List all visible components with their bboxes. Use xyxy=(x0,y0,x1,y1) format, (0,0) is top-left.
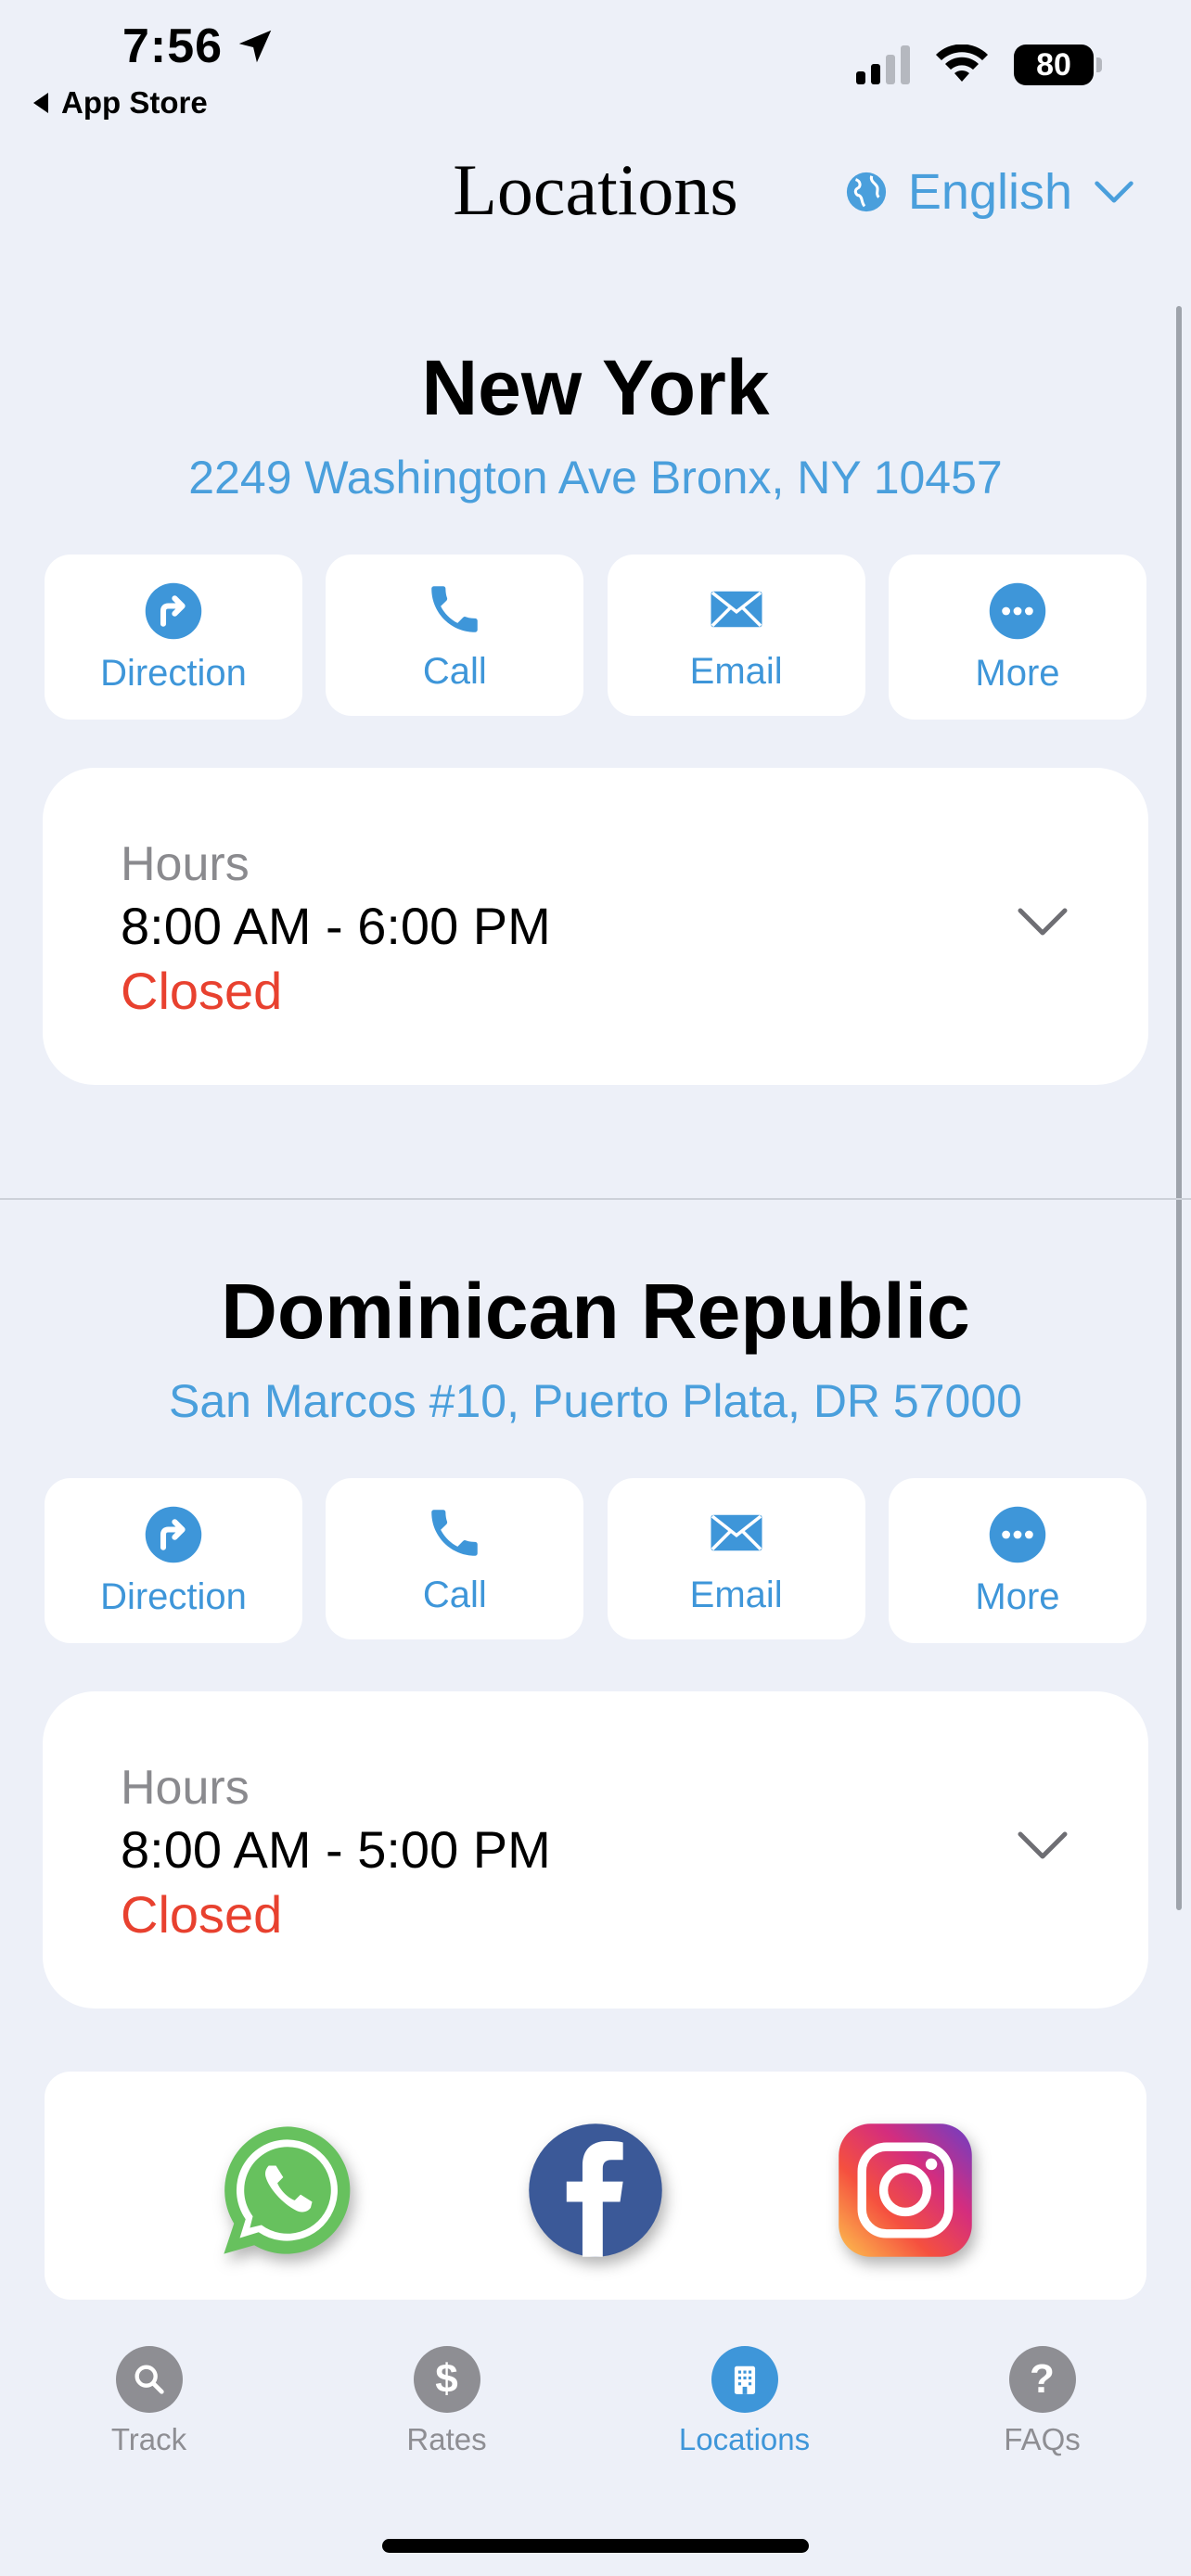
hours-time: 8:00 AM - 5:00 PM xyxy=(121,1820,551,1879)
wifi-icon xyxy=(936,45,988,82)
scrollbar[interactable] xyxy=(1176,306,1182,1910)
battery-icon: 80 xyxy=(1014,45,1102,85)
back-triangle-icon xyxy=(33,93,48,113)
envelope-icon xyxy=(711,1514,762,1550)
hours-card[interactable]: Hours 8:00 AM - 5:00 PM Closed xyxy=(43,1691,1148,2009)
more-button[interactable]: More xyxy=(888,555,1146,720)
call-label: Call xyxy=(422,650,487,692)
direction-icon xyxy=(145,582,202,639)
time-text: 7:56 xyxy=(122,19,224,73)
building-icon xyxy=(711,2346,778,2413)
instagram-icon[interactable] xyxy=(833,2118,978,2263)
question-icon: ? xyxy=(1008,2346,1076,2413)
direction-label: Direction xyxy=(100,1575,247,1617)
direction-button[interactable]: Direction xyxy=(45,555,302,720)
more-icon xyxy=(989,1506,1046,1562)
hours-label: Hours xyxy=(121,1761,250,1815)
battery-level: 80 xyxy=(1036,46,1071,83)
back-label: App Store xyxy=(61,85,208,120)
more-button[interactable]: More xyxy=(888,1478,1146,1643)
location-address-link[interactable]: San Marcos #10, Puerto Plata, DR 57000 xyxy=(0,1374,1191,1428)
envelope-icon xyxy=(711,591,762,627)
status-indicators: 80 xyxy=(856,45,1102,85)
email-label: Email xyxy=(689,1574,783,1615)
hours-time: 8:00 AM - 6:00 PM xyxy=(121,897,551,955)
tab-rates[interactable]: $ Rates xyxy=(298,2346,596,2494)
back-to-app-store[interactable]: App Store xyxy=(33,85,208,121)
chevron-down-icon[interactable] xyxy=(1015,1827,1070,1864)
phone-icon xyxy=(431,1509,479,1556)
section-divider xyxy=(0,1198,1191,1200)
call-label: Call xyxy=(422,1574,487,1615)
tab-label: Locations xyxy=(678,2422,811,2456)
location-address-link[interactable]: 2249 Washington Ave Bronx, NY 10457 xyxy=(0,451,1191,504)
email-label: Email xyxy=(689,650,783,692)
tab-track[interactable]: Track xyxy=(0,2346,298,2494)
call-button[interactable]: Call xyxy=(326,555,584,716)
social-links-card xyxy=(45,2072,1146,2300)
phone-icon xyxy=(431,585,479,632)
more-label: More xyxy=(975,652,1060,694)
more-label: More xyxy=(975,1575,1060,1617)
location-actions: Direction Call Email More xyxy=(45,1478,1146,1643)
language-selector[interactable]: English xyxy=(845,163,1135,221)
language-label: English xyxy=(907,164,1072,220)
location-actions: Direction Call Email More xyxy=(45,555,1146,720)
location-arrow-icon xyxy=(238,30,272,63)
tab-locations[interactable]: Locations xyxy=(596,2346,893,2494)
direction-button[interactable]: Direction xyxy=(45,1478,302,1643)
hours-card[interactable]: Hours 8:00 AM - 6:00 PM Closed xyxy=(43,768,1148,1085)
chevron-down-icon xyxy=(1095,181,1133,203)
tab-label: Rates xyxy=(406,2422,487,2456)
email-button[interactable]: Email xyxy=(607,555,865,716)
tab-label: FAQs xyxy=(1004,2422,1081,2456)
facebook-icon[interactable] xyxy=(523,2118,668,2263)
tab-faqs[interactable]: ? FAQs xyxy=(893,2346,1191,2494)
home-indicator[interactable] xyxy=(382,2539,809,2553)
tab-bar: Track $ Rates Locations ? FAQs xyxy=(0,2346,1191,2494)
search-icon xyxy=(115,2346,183,2413)
cellular-signal-icon xyxy=(856,45,910,84)
direction-label: Direction xyxy=(100,652,247,694)
status-bar-time: 7:56 xyxy=(122,19,276,74)
hours-label: Hours xyxy=(121,837,250,891)
location-name: New York xyxy=(421,344,770,431)
whatsapp-icon[interactable] xyxy=(215,2118,360,2263)
location-name: Dominican Republic xyxy=(221,1268,970,1355)
email-button[interactable]: Email xyxy=(607,1478,865,1639)
hours-status: Closed xyxy=(121,962,283,1020)
call-button[interactable]: Call xyxy=(326,1478,584,1639)
hours-status: Closed xyxy=(121,1885,283,1944)
tab-label: Track xyxy=(110,2422,187,2456)
direction-icon xyxy=(145,1506,202,1562)
more-icon xyxy=(989,582,1046,639)
globe-icon xyxy=(846,172,886,212)
chevron-down-icon[interactable] xyxy=(1015,903,1070,940)
dollar-icon: $ xyxy=(413,2346,480,2413)
